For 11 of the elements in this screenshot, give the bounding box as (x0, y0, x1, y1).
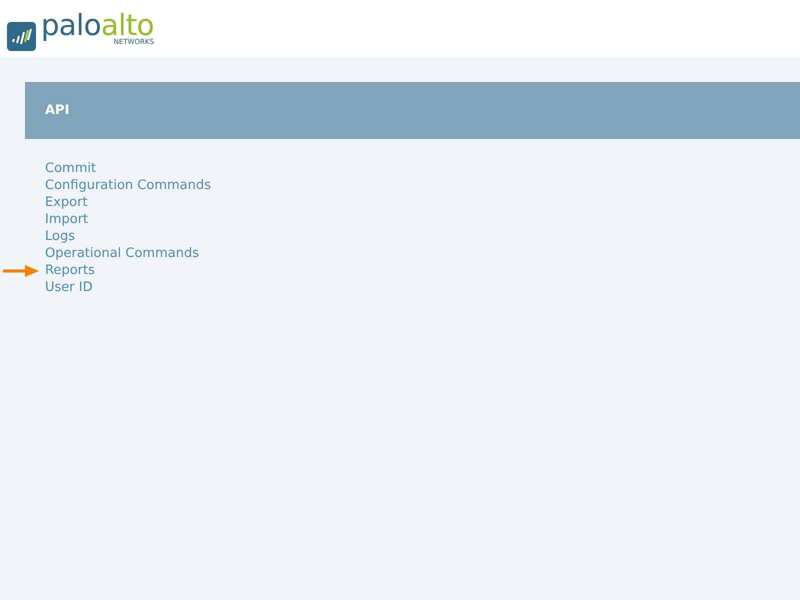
api-link[interactable]: Import (45, 211, 88, 228)
logo-icon (7, 22, 36, 51)
logo-wordmark: paloalto (41, 11, 154, 39)
api-link[interactable]: Reports (45, 262, 95, 279)
api-link[interactable]: Operational Commands (45, 245, 199, 262)
panel-header: API (25, 82, 800, 139)
api-link[interactable]: Commit (45, 160, 96, 177)
api-link[interactable]: Logs (45, 228, 75, 245)
api-link[interactable]: Configuration Commands (45, 177, 211, 194)
api-link[interactable]: Export (45, 194, 88, 211)
api-link[interactable]: User ID (45, 279, 93, 296)
